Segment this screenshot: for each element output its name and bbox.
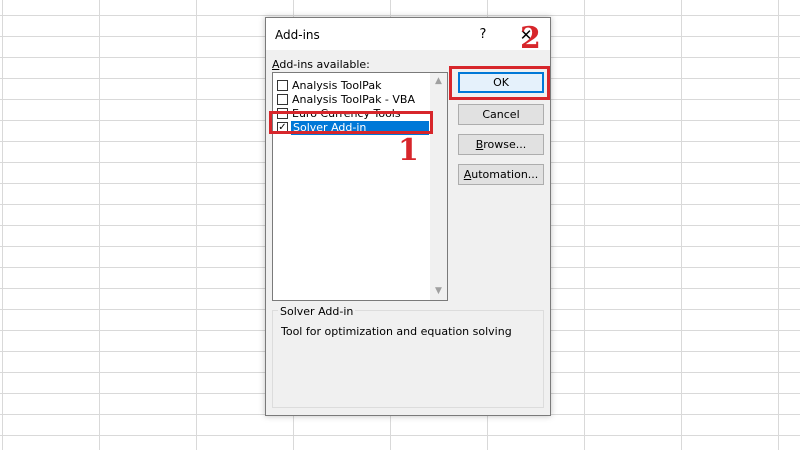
cancel-button[interactable]: Cancel [458, 104, 544, 125]
description-text: Tool for optimization and equation solvi… [281, 325, 512, 338]
browse-button[interactable]: Browse... [458, 134, 544, 155]
add-ins-listbox[interactable]: Analysis ToolPak Analysis ToolPak - VBA … [272, 72, 448, 301]
add-ins-available-label: Add-ins available: [272, 58, 370, 71]
checkbox[interactable] [277, 94, 288, 105]
description-title: Solver Add-in [278, 305, 356, 318]
scroll-down-icon[interactable]: ▼ [430, 283, 447, 300]
list-item-analysis-toolpak[interactable]: Analysis ToolPak [275, 79, 429, 93]
highlight-box-solver [269, 111, 433, 134]
add-ins-list: Analysis ToolPak Analysis ToolPak - VBA … [273, 73, 431, 300]
dialog-title: Add-ins [275, 28, 320, 42]
list-item-analysis-toolpak-vba[interactable]: Analysis ToolPak - VBA [275, 93, 429, 107]
list-item-label: Analysis ToolPak - VBA [292, 93, 415, 106]
annotation-marker-2: 2 [520, 21, 541, 56]
checkbox[interactable] [277, 80, 288, 91]
dialog-titlebar: Add-ins ? ✕ [266, 18, 550, 50]
annotation-marker-1: 1 [398, 133, 419, 168]
list-scrollbar[interactable]: ▲ ▼ [430, 73, 447, 300]
help-icon[interactable]: ? [471, 24, 495, 46]
automation-button[interactable]: Automation... [458, 164, 544, 185]
scroll-up-icon[interactable]: ▲ [430, 73, 447, 90]
list-item-label: Analysis ToolPak [292, 79, 382, 92]
highlight-box-ok [449, 66, 550, 100]
